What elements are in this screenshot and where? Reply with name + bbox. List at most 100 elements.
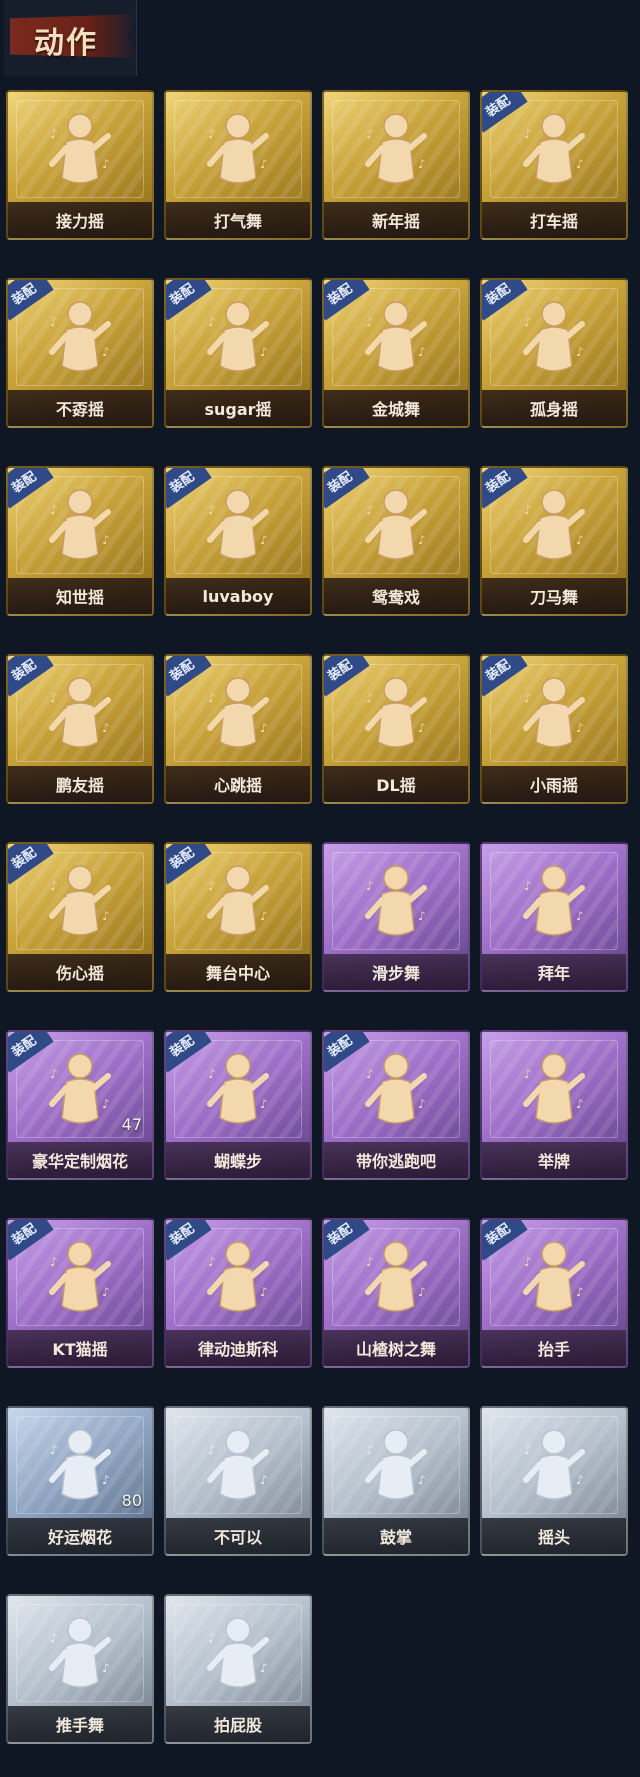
card-label-bar: luvaboy <box>166 578 310 614</box>
emote-name: sugar摇 <box>204 400 272 419</box>
emote-name: 鸳鸯戏 <box>371 588 420 607</box>
emote-card[interactable]: ♪ ♪ 装配 知世摇 <box>6 466 154 616</box>
emote-card[interactable]: ♪ ♪ 打气舞 <box>164 90 312 240</box>
emote-card[interactable]: ♪ ♪ 举牌 <box>480 1030 628 1180</box>
svg-text:♪: ♪ <box>366 1067 374 1081</box>
dance-figure-icon: ♪ ♪ <box>356 484 436 574</box>
emote-card[interactable]: ♪ ♪ 装配 鸳鸯戏 <box>322 466 470 616</box>
emote-card[interactable]: ♪ ♪ 装配 sugar摇 <box>164 278 312 428</box>
dance-figure-icon: ♪ ♪ <box>356 1424 436 1514</box>
emote-card[interactable]: ♪ ♪ 装配 蝴蝶步 <box>164 1030 312 1180</box>
svg-text:♪: ♪ <box>366 503 374 517</box>
svg-text:♪: ♪ <box>418 1473 426 1487</box>
svg-text:♪: ♪ <box>50 1443 58 1457</box>
emote-name: 豪华定制烟花 <box>31 1152 128 1171</box>
emote-card[interactable]: ♪ ♪ 装配 不孬摇 <box>6 278 154 428</box>
emote-name: 拜年 <box>537 964 570 983</box>
card-label-bar: 推手舞 <box>8 1706 152 1742</box>
emote-name: 摇头 <box>537 1528 570 1547</box>
emote-card[interactable]: ♪ ♪ 装配 小雨摇 <box>480 654 628 804</box>
emote-name: 拍屁股 <box>213 1716 262 1735</box>
card-label-bar: 蝴蝶步 <box>166 1142 310 1178</box>
svg-text:♪: ♪ <box>576 157 584 171</box>
dance-figure-icon: ♪ ♪ <box>40 1612 120 1702</box>
card-label-bar: 拍屁股 <box>166 1706 310 1742</box>
emote-card[interactable]: ♪ ♪ 装配 山楂树之舞 <box>322 1218 470 1368</box>
emote-card[interactable]: ♪ ♪ 装配 心跳摇 <box>164 654 312 804</box>
svg-text:♪: ♪ <box>50 1255 58 1269</box>
dance-figure-icon: ♪ ♪ <box>40 672 120 762</box>
emote-name: 不可以 <box>213 1528 262 1547</box>
emote-card[interactable]: ♪ ♪ 装配 47 豪华定制烟花 <box>6 1030 154 1180</box>
svg-text:♪: ♪ <box>366 315 374 329</box>
svg-text:♪: ♪ <box>418 1097 426 1111</box>
svg-text:♪: ♪ <box>260 721 268 735</box>
svg-text:♪: ♪ <box>208 1631 216 1645</box>
card-label-bar: 举牌 <box>482 1142 626 1178</box>
emote-card[interactable]: ♪ ♪ 不可以 <box>164 1406 312 1556</box>
svg-text:♪: ♪ <box>524 1067 532 1081</box>
svg-text:♪: ♪ <box>524 127 532 141</box>
card-label-bar: 鸳鸯戏 <box>324 578 468 614</box>
emote-name: 不孬摇 <box>55 400 104 419</box>
emote-card[interactable]: ♪ ♪ 滑步舞 <box>322 842 470 992</box>
card-label-bar: 鹏友摇 <box>8 766 152 802</box>
emote-card[interactable]: ♪ ♪ 装配 KT猫摇 <box>6 1218 154 1368</box>
item-count: 80 <box>121 1491 142 1510</box>
emote-card[interactable]: ♪ ♪ 接力摇 <box>6 90 154 240</box>
card-label-bar: 豪华定制烟花 <box>8 1142 152 1178</box>
svg-text:♪: ♪ <box>260 533 268 547</box>
svg-text:♪: ♪ <box>418 1285 426 1299</box>
emote-card[interactable]: ♪ ♪ 新年摇 <box>322 90 470 240</box>
emote-card[interactable]: ♪ ♪ 装配 带你逃跑吧 <box>322 1030 470 1180</box>
emote-card[interactable]: ♪ ♪ 推手舞 <box>6 1594 154 1744</box>
dance-figure-icon: ♪ ♪ <box>356 108 436 198</box>
emote-name: 知世摇 <box>55 588 104 607</box>
svg-text:♪: ♪ <box>418 533 426 547</box>
emote-card[interactable]: ♪ ♪ 拍屁股 <box>164 1594 312 1744</box>
card-label-bar: 山楂树之舞 <box>324 1330 468 1366</box>
svg-text:♪: ♪ <box>418 345 426 359</box>
card-label-bar: DL摇 <box>324 766 468 802</box>
emote-card[interactable]: ♪ ♪ 装配 舞台中心 <box>164 842 312 992</box>
dance-figure-icon: ♪ ♪ <box>198 108 278 198</box>
section-title: 动作 <box>34 26 98 61</box>
emote-card[interactable]: ♪ ♪ 摇头 <box>480 1406 628 1556</box>
emote-name: 接力摇 <box>55 212 104 231</box>
svg-text:♪: ♪ <box>524 1443 532 1457</box>
svg-text:♪: ♪ <box>208 1443 216 1457</box>
emote-name: 舞台中心 <box>205 964 270 983</box>
dance-figure-icon: ♪ ♪ <box>40 296 120 386</box>
svg-text:♪: ♪ <box>260 157 268 171</box>
emote-name: KT猫摇 <box>52 1340 108 1359</box>
svg-text:♪: ♪ <box>102 1097 110 1111</box>
card-label-bar: 拜年 <box>482 954 626 990</box>
emote-card[interactable]: ♪ ♪ 拜年 <box>480 842 628 992</box>
svg-text:♪: ♪ <box>50 127 58 141</box>
svg-text:♪: ♪ <box>366 127 374 141</box>
emote-card[interactable]: ♪ ♪ 装配 DL摇 <box>322 654 470 804</box>
emote-card[interactable]: ♪ ♪ 装配 抬手 <box>480 1218 628 1368</box>
card-label-bar: 孤身摇 <box>482 390 626 426</box>
emote-card[interactable]: ♪ ♪ 装配 鹏友摇 <box>6 654 154 804</box>
svg-text:♪: ♪ <box>366 691 374 705</box>
emote-grid: ♪ ♪ 接力摇 ♪ ♪ 打气舞 ♪ ♪ 新年摇 ♪ ♪ 装配 打车摇 ♪ ♪ 装配… <box>6 90 628 1744</box>
svg-text:♪: ♪ <box>208 127 216 141</box>
svg-text:♪: ♪ <box>102 157 110 171</box>
emote-card[interactable]: ♪ ♪ 装配 金城舞 <box>322 278 470 428</box>
svg-text:♪: ♪ <box>524 503 532 517</box>
dance-figure-icon: ♪ ♪ <box>198 672 278 762</box>
dance-figure-icon: ♪ ♪ <box>356 1236 436 1326</box>
emote-card[interactable]: ♪ ♪ 装配 luvaboy <box>164 466 312 616</box>
emote-card[interactable]: ♪ ♪ 装配 伤心摇 <box>6 842 154 992</box>
emote-card[interactable]: ♪ ♪ 装配 刀马舞 <box>480 466 628 616</box>
emote-card[interactable]: ♪ ♪ 80 好运烟花 <box>6 1406 154 1556</box>
emote-card[interactable]: ♪ ♪ 装配 孤身摇 <box>480 278 628 428</box>
emote-card[interactable]: ♪ ♪ 装配 律动迪斯科 <box>164 1218 312 1368</box>
dance-figure-icon: ♪ ♪ <box>514 1236 594 1326</box>
card-label-bar: 滑步舞 <box>324 954 468 990</box>
emote-card[interactable]: ♪ ♪ 装配 打车摇 <box>480 90 628 240</box>
dance-figure-icon: ♪ ♪ <box>40 484 120 574</box>
emote-card[interactable]: ♪ ♪ 鼓掌 <box>322 1406 470 1556</box>
dance-figure-icon: ♪ ♪ <box>514 860 594 950</box>
